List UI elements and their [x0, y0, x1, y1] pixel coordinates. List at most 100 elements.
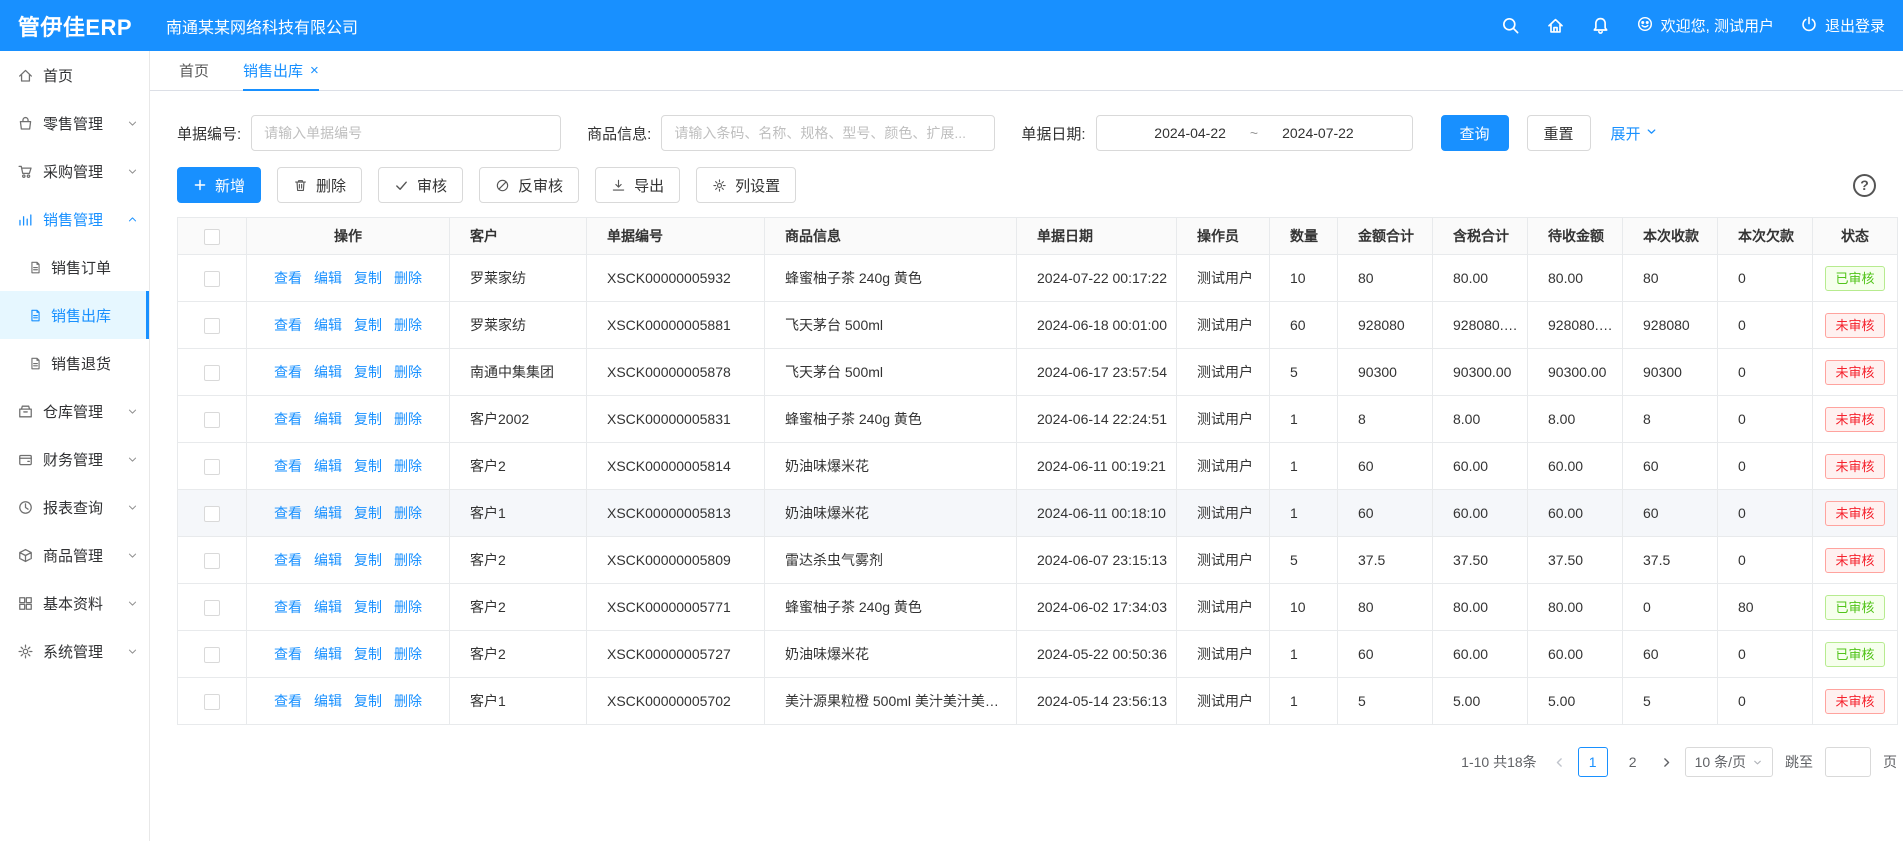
row-copy-link[interactable]: 复制	[354, 552, 382, 568]
sidebar-item-report[interactable]: 报表查询	[0, 483, 149, 531]
sidebar-item-goods[interactable]: 商品管理	[0, 531, 149, 579]
row-copy-link[interactable]: 复制	[354, 270, 382, 286]
row-edit-link[interactable]: 编辑	[314, 693, 342, 709]
row-view-link[interactable]: 查看	[274, 364, 302, 380]
delete-button[interactable]: 删除	[277, 167, 362, 203]
search-icon[interactable]	[1501, 16, 1520, 35]
row-delete-link[interactable]: 删除	[394, 552, 422, 568]
row-delete-link[interactable]: 删除	[394, 458, 422, 474]
row-view-link[interactable]: 查看	[274, 693, 302, 709]
date-to-value[interactable]: 2024-07-22	[1282, 125, 1354, 141]
row-edit-link[interactable]: 编辑	[314, 270, 342, 286]
row-copy-link[interactable]: 复制	[354, 693, 382, 709]
export-button[interactable]: 导出	[595, 167, 680, 203]
search-button[interactable]: 查询	[1441, 115, 1509, 151]
page-number-2[interactable]: 2	[1618, 747, 1648, 777]
row-actions: 查看编辑复制删除	[247, 396, 450, 443]
row-edit-link[interactable]: 编辑	[314, 505, 342, 521]
chevron-down-icon	[126, 405, 139, 418]
sidebar-item-sales-out[interactable]: 销售出库	[0, 291, 149, 339]
row-copy-link[interactable]: 复制	[354, 646, 382, 662]
row-view-link[interactable]: 查看	[274, 505, 302, 521]
jump-page-input[interactable]	[1825, 747, 1871, 777]
tab-sales-out[interactable]: 销售出库×	[243, 51, 319, 90]
row-checkbox[interactable]	[204, 694, 220, 710]
row-copy-link[interactable]: 复制	[354, 458, 382, 474]
row-delete-link[interactable]: 删除	[394, 270, 422, 286]
select-all-checkbox[interactable]	[204, 229, 220, 245]
row-view-link[interactable]: 查看	[274, 646, 302, 662]
page-size-select[interactable]: 10 条/页	[1685, 747, 1773, 777]
sidebar-item-sales[interactable]: 销售管理	[0, 195, 149, 243]
date-range-picker[interactable]: 2024-04-22 ~ 2024-07-22	[1096, 115, 1413, 151]
row-copy-link[interactable]: 复制	[354, 599, 382, 615]
row-checkbox[interactable]	[204, 600, 220, 616]
row-edit-link[interactable]: 编辑	[314, 411, 342, 427]
row-checkbox[interactable]	[204, 365, 220, 381]
help-icon[interactable]: ?	[1853, 174, 1876, 197]
home-icon[interactable]	[1546, 16, 1565, 35]
row-edit-link[interactable]: 编辑	[314, 646, 342, 662]
row-checkbox[interactable]	[204, 459, 220, 475]
bill-no-input[interactable]	[251, 115, 561, 151]
row-copy-link[interactable]: 复制	[354, 411, 382, 427]
row-checkbox[interactable]	[204, 412, 220, 428]
prev-page-icon[interactable]	[1553, 756, 1566, 769]
audit-button[interactable]: 审核	[378, 167, 463, 203]
sidebar: 首页零售管理采购管理销售管理销售订单销售出库销售退货仓库管理财务管理报表查询商品…	[0, 51, 150, 841]
row-edit-link[interactable]: 编辑	[314, 552, 342, 568]
sidebar-item-sales-return[interactable]: 销售退货	[0, 339, 149, 387]
next-page-icon[interactable]	[1660, 756, 1673, 769]
sidebar-item-warehouse[interactable]: 仓库管理	[0, 387, 149, 435]
row-view-link[interactable]: 查看	[274, 317, 302, 333]
date-from-value[interactable]: 2024-04-22	[1154, 125, 1226, 141]
sidebar-item-retail[interactable]: 零售管理	[0, 99, 149, 147]
sidebar-item-system[interactable]: 系统管理	[0, 627, 149, 675]
row-copy-link[interactable]: 复制	[354, 317, 382, 333]
product-info-label: 商品信息:	[587, 123, 651, 144]
row-checkbox[interactable]	[204, 506, 220, 522]
sidebar-item-sales-order[interactable]: 销售订单	[0, 243, 149, 291]
row-view-link[interactable]: 查看	[274, 411, 302, 427]
expand-link[interactable]: 展开	[1611, 123, 1658, 144]
logout-button[interactable]: 退出登录	[1800, 15, 1885, 37]
row-checkbox[interactable]	[204, 647, 220, 663]
row-delete-link[interactable]: 删除	[394, 693, 422, 709]
row-delete-link[interactable]: 删除	[394, 411, 422, 427]
row-delete-link[interactable]: 删除	[394, 505, 422, 521]
row-edit-link[interactable]: 编辑	[314, 317, 342, 333]
column-settings-button[interactable]: 列设置	[696, 167, 796, 203]
row-view-link[interactable]: 查看	[274, 458, 302, 474]
row-copy-link[interactable]: 复制	[354, 505, 382, 521]
row-delete-link[interactable]: 删除	[394, 364, 422, 380]
row-checkbox[interactable]	[204, 553, 220, 569]
sidebar-item-home[interactable]: 首页	[0, 51, 149, 99]
row-delete-link[interactable]: 删除	[394, 599, 422, 615]
add-button[interactable]: 新增	[177, 167, 261, 203]
row-view-link[interactable]: 查看	[274, 552, 302, 568]
sidebar-item-basic[interactable]: 基本资料	[0, 579, 149, 627]
sidebar-item-purchase[interactable]: 采购管理	[0, 147, 149, 195]
column-header: 单据编号	[587, 218, 765, 255]
sidebar-item-label: 财务管理	[43, 449, 103, 470]
row-copy-link[interactable]: 复制	[354, 364, 382, 380]
reset-button[interactable]: 重置	[1527, 115, 1591, 151]
row-view-link[interactable]: 查看	[274, 270, 302, 286]
tab-home[interactable]: 首页	[179, 51, 209, 90]
user-menu[interactable]: 欢迎您, 测试用户	[1636, 15, 1774, 37]
row-checkbox[interactable]	[204, 271, 220, 287]
row-edit-link[interactable]: 编辑	[314, 364, 342, 380]
page-number-1[interactable]: 1	[1578, 747, 1608, 777]
avatar-icon	[1636, 15, 1654, 37]
bell-icon[interactable]	[1591, 16, 1610, 35]
row-edit-link[interactable]: 编辑	[314, 599, 342, 615]
row-delete-link[interactable]: 删除	[394, 317, 422, 333]
product-info-input[interactable]	[661, 115, 995, 151]
row-view-link[interactable]: 查看	[274, 599, 302, 615]
tab-close-icon[interactable]: ×	[310, 63, 319, 78]
row-checkbox[interactable]	[204, 318, 220, 334]
row-delete-link[interactable]: 删除	[394, 646, 422, 662]
row-edit-link[interactable]: 编辑	[314, 458, 342, 474]
unaudit-button[interactable]: 反审核	[479, 167, 579, 203]
sidebar-item-finance[interactable]: 财务管理	[0, 435, 149, 483]
